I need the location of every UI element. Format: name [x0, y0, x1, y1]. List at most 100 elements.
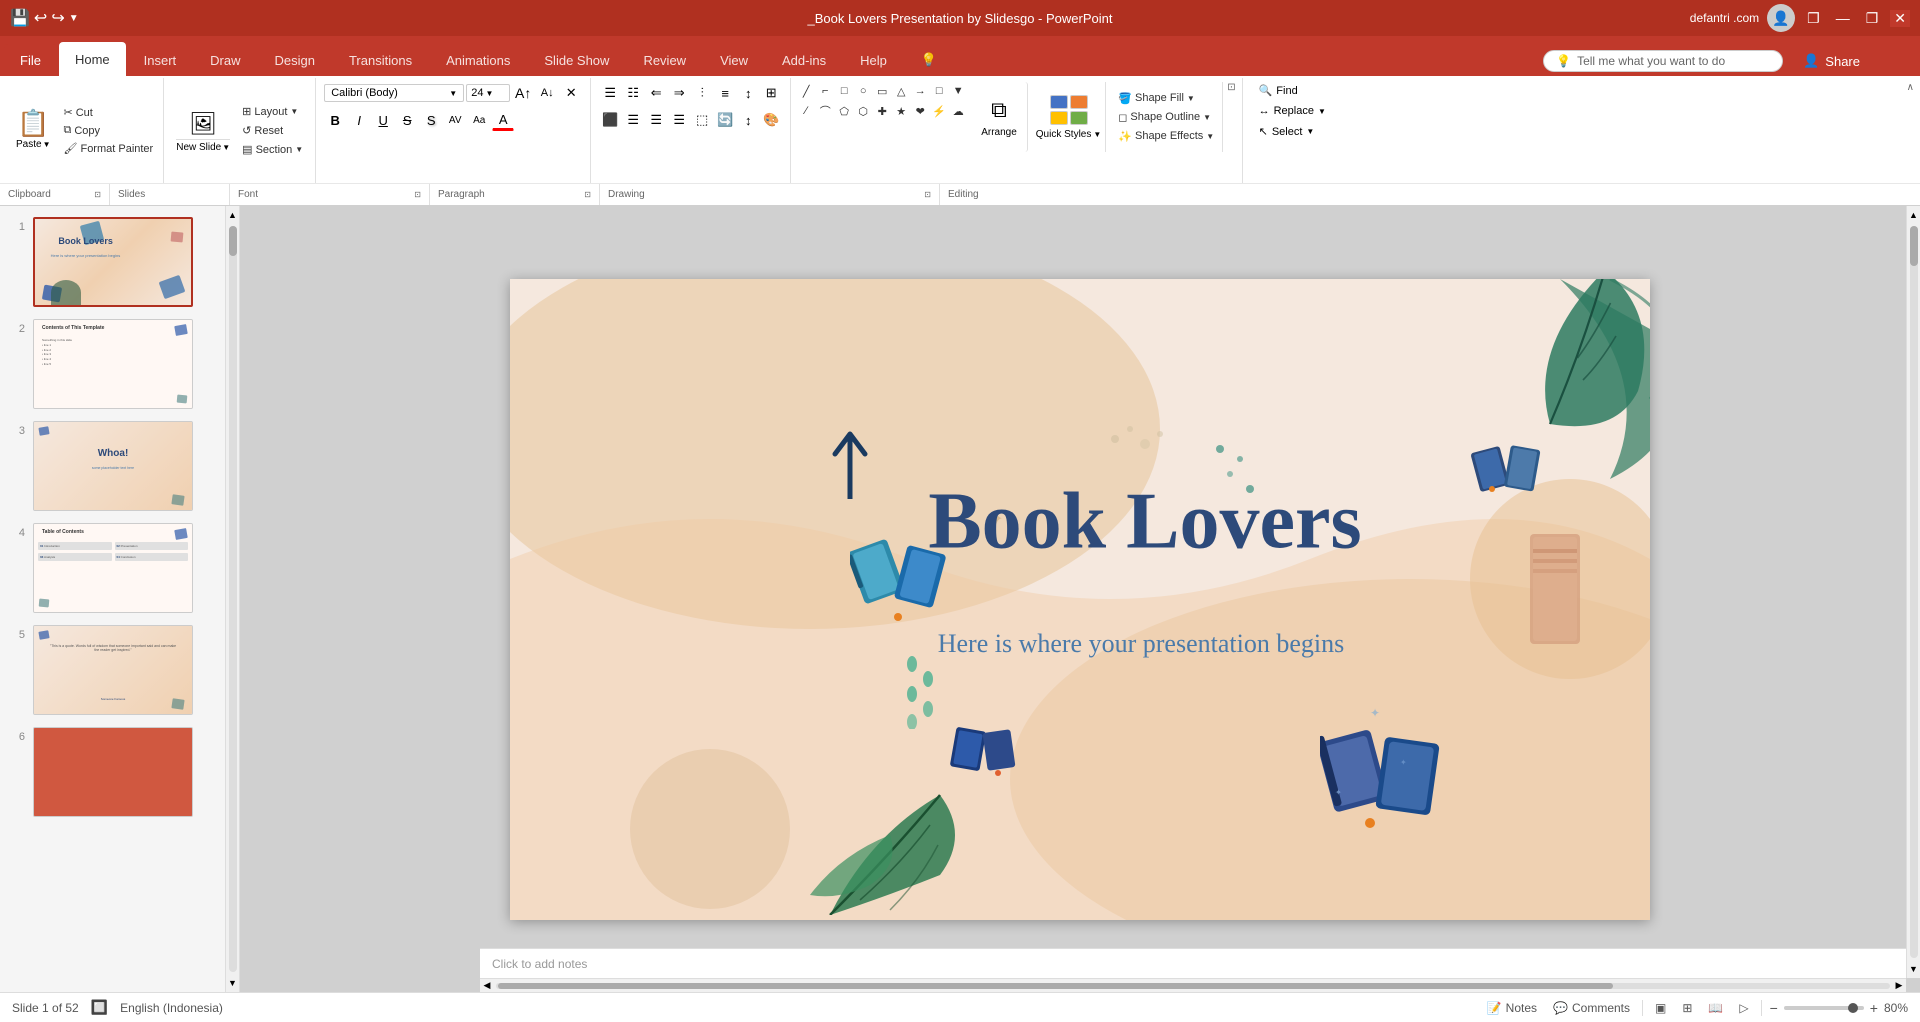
format-painter-button[interactable]: 🖌 Format Painter	[60, 140, 158, 157]
comments-button[interactable]: 💬 Comments	[1549, 999, 1634, 1017]
canvas-scroll-up[interactable]: ▲	[1907, 208, 1920, 222]
decrease-font-button[interactable]: A↓	[536, 82, 558, 104]
minimize-icon[interactable]: —	[1832, 10, 1854, 26]
drawing-expand[interactable]: ⊡	[1227, 82, 1235, 95]
cross-shape[interactable]: ✚	[873, 102, 891, 120]
bold-button[interactable]: B	[324, 109, 346, 131]
tab-home[interactable]: Home	[59, 42, 126, 76]
presenter-view-button[interactable]: ▷	[1735, 999, 1752, 1017]
tab-design[interactable]: Design	[259, 44, 331, 76]
font-size-dropdown[interactable]: 24 ▼	[466, 84, 510, 102]
cut-button[interactable]: ✂ Cut	[60, 104, 158, 121]
paragraph-shade-button[interactable]: 🎨	[760, 109, 782, 131]
strikethrough-button[interactable]: S	[396, 109, 418, 131]
bullets-button[interactable]: ☰	[599, 82, 621, 104]
scroll-left-arrow[interactable]: ◀	[480, 979, 494, 993]
quick-styles-dropdown[interactable]: Quick Styles ▼	[1036, 129, 1102, 140]
slide-sorter-button[interactable]: ⊞	[1678, 999, 1696, 1017]
clear-format-button[interactable]: ✕	[560, 82, 582, 104]
slide-canvas[interactable]: ✦ ✦ ✦ ✦	[510, 279, 1650, 920]
rounded-rect-shape[interactable]: ▭	[873, 82, 891, 100]
decrease-indent-button[interactable]: ⇐	[645, 82, 667, 104]
triangle-shape[interactable]: △	[892, 82, 910, 100]
numbered-list-button[interactable]: ☷	[622, 82, 644, 104]
scroll-down-arrow[interactable]: ▼	[226, 976, 240, 990]
heart-shape[interactable]: ❤	[911, 102, 929, 120]
zoom-out-button[interactable]: −	[1770, 1000, 1778, 1016]
font-expand-icon[interactable]: ⊡	[414, 190, 421, 199]
line-spacing-button[interactable]: ≡	[714, 82, 736, 104]
slide-thumb-6[interactable]: 6	[6, 724, 219, 820]
align-left-button[interactable]: ⬛	[599, 109, 621, 131]
slide-thumb-5[interactable]: 5 "This is a quote. Words full of wisdom…	[6, 622, 219, 718]
tab-review[interactable]: Review	[627, 44, 702, 76]
align-center-button[interactable]: ☰	[622, 109, 644, 131]
more-shapes[interactable]: ▼	[949, 82, 967, 100]
reset-button[interactable]: ↺ Reset	[238, 122, 307, 139]
smart-art-button[interactable]: ⊞	[760, 82, 782, 104]
align-right-button[interactable]: ☰	[645, 109, 667, 131]
slide-thumb-2[interactable]: 2 Contents of This Template Something in…	[6, 316, 219, 412]
freeform-shape[interactable]: ∕	[797, 102, 815, 120]
canvas-vertical-scrollbar[interactable]: ▲ ▼	[1906, 206, 1920, 978]
save-icon[interactable]: 💾	[10, 8, 30, 28]
accessibility-icon[interactable]: 🔲	[91, 999, 108, 1016]
change-case-button[interactable]: Aa	[468, 109, 490, 131]
zoom-level[interactable]: 80%	[1884, 1001, 1908, 1015]
ribbon-collapse[interactable]: ∧	[1907, 78, 1914, 183]
reading-view-button[interactable]: 📖	[1704, 999, 1727, 1017]
tab-file[interactable]: File	[4, 44, 57, 76]
copy-button[interactable]: ⧉ Copy	[60, 122, 158, 139]
hexagon-shape[interactable]: ⬡	[854, 102, 872, 120]
text-shadow-button[interactable]: S	[420, 109, 442, 131]
close-icon[interactable]: ✕	[1890, 10, 1910, 27]
align-justify-button[interactable]: ☰	[668, 109, 690, 131]
horizontal-scroll-thumb[interactable]	[498, 983, 1613, 989]
notes-placeholder[interactable]: Click to add notes	[492, 957, 587, 971]
connector-shape[interactable]: ⌐	[816, 82, 834, 100]
font-color-button[interactable]: A	[492, 109, 514, 131]
paste-dropdown-icon[interactable]: ▼	[43, 140, 51, 149]
new-slide-dropdown[interactable]: ▼	[222, 143, 230, 152]
language[interactable]: English (Indonesia)	[120, 1001, 223, 1015]
replace-button[interactable]: ↔ Replace ▼	[1251, 103, 1334, 119]
italic-button[interactable]: I	[348, 109, 370, 131]
paste-button[interactable]: 📋 Paste ▼	[8, 104, 59, 157]
increase-font-button[interactable]: A↑	[512, 82, 534, 104]
text-box-button[interactable]: ⬚	[691, 109, 713, 131]
share-label[interactable]: Share	[1825, 54, 1860, 69]
shape-outline-button[interactable]: ◻ Shape Outline ▼	[1114, 109, 1218, 126]
tell-me-input[interactable]: 💡 Tell me what you want to do	[1543, 50, 1783, 72]
scroll-thumb-vert[interactable]	[229, 226, 237, 256]
star-shape[interactable]: ★	[892, 102, 910, 120]
find-button[interactable]: 🔍 Find	[1251, 82, 1306, 99]
char-spacing-button[interactable]: AV	[444, 109, 466, 131]
select-button[interactable]: ↖ Select ▼	[1251, 123, 1323, 140]
undo-icon[interactable]: ↩	[34, 8, 47, 28]
notes-area[interactable]: Click to add notes	[480, 948, 1906, 978]
section-button[interactable]: ▤ Section ▼	[238, 141, 307, 158]
lightning-shape[interactable]: ⚡	[930, 102, 948, 120]
tab-slideshow[interactable]: Slide Show	[528, 44, 625, 76]
qs-item-1[interactable]	[1050, 95, 1068, 109]
scroll-up-arrow[interactable]: ▲	[226, 208, 240, 222]
convert-smartart-button[interactable]: 🔄	[714, 109, 736, 131]
qs-item-4[interactable]	[1070, 111, 1088, 125]
qs-item-3[interactable]	[1050, 111, 1068, 125]
drawing-expand-icon2[interactable]: ⊡	[924, 190, 931, 199]
columns-button[interactable]: ⫶	[691, 82, 713, 104]
arrange-button[interactable]: ⧉ Arrange	[971, 82, 1028, 152]
arrow-shape[interactable]: →	[911, 82, 929, 100]
customize-icon[interactable]: ▼	[69, 13, 79, 24]
pentagon-shape[interactable]: ⬠	[835, 102, 853, 120]
zoom-in-button[interactable]: +	[1870, 1000, 1878, 1016]
drawing-expand-icon[interactable]: ⊡	[1227, 82, 1235, 93]
curve-shape[interactable]: ⌒	[816, 102, 834, 120]
shape-fill-button[interactable]: 🪣 Shape Fill ▼	[1114, 90, 1218, 107]
font-family-dropdown[interactable]: Calibri (Body) ▼	[324, 84, 464, 102]
qs-item-2[interactable]	[1070, 95, 1088, 109]
tab-transitions[interactable]: Transitions	[333, 44, 428, 76]
layout-button[interactable]: ⊞ Layout ▼	[238, 103, 307, 120]
zoom-slider[interactable]	[1784, 1006, 1864, 1010]
normal-view-button[interactable]: ▣	[1651, 999, 1670, 1017]
